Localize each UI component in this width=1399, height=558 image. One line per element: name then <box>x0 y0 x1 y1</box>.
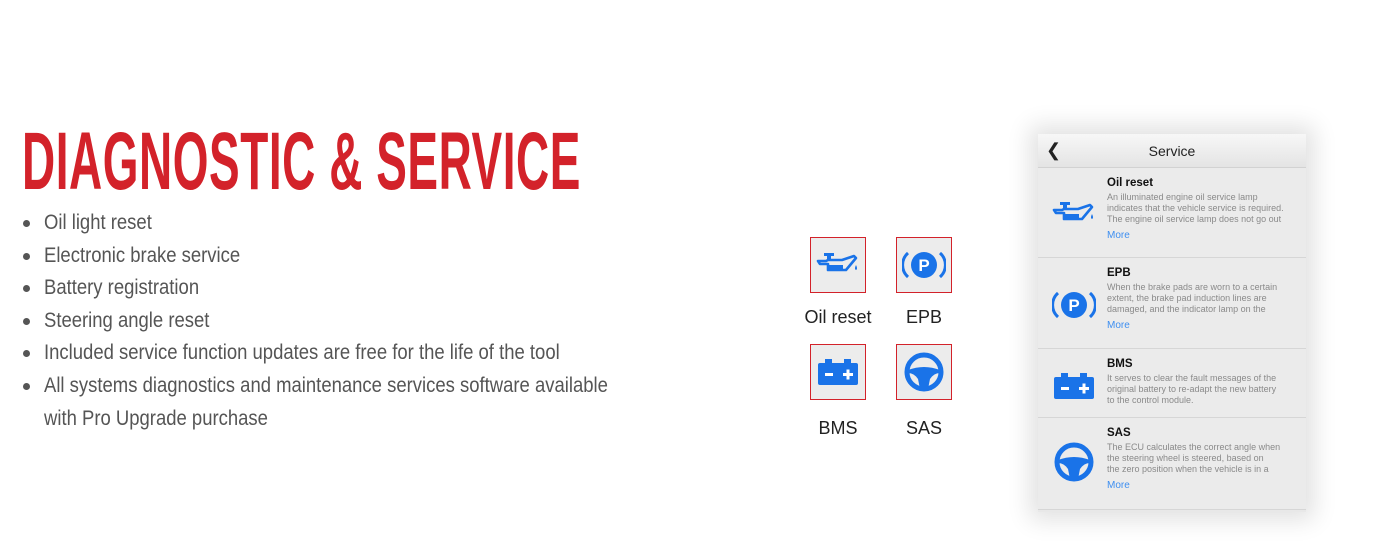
service-name: EPB <box>1107 267 1131 279</box>
service-description: When the brake pads are worn to a certai… <box>1107 282 1278 314</box>
oil-can-icon <box>816 253 858 272</box>
tile-epb[interactable]: P <box>896 237 952 293</box>
svg-text:P: P <box>1068 296 1079 315</box>
bullet-icon <box>23 350 30 358</box>
feature-item: Oil light reset <box>22 207 682 240</box>
svg-text:P: P <box>918 256 929 275</box>
screen-title: Service <box>1148 143 1196 159</box>
tile-label: BMS <box>818 418 858 438</box>
service-name: SAS <box>1107 427 1131 439</box>
tile-label: Oil reset <box>804 307 872 327</box>
service-item-epb[interactable]: P EPB When the brake pads are worn to a … <box>1038 258 1306 349</box>
battery-icon <box>818 359 858 385</box>
service-item-oil-reset[interactable]: Oil reset An illuminated engine oil serv… <box>1038 168 1306 258</box>
headline: DIAGNOSTIC & SERVICE <box>22 116 581 207</box>
bullet-icon <box>23 317 30 325</box>
tile-bms[interactable] <box>810 344 866 400</box>
bullet-icon <box>23 285 30 293</box>
service-description: It serves to clear the fault messages of… <box>1107 373 1277 405</box>
tile-sas[interactable] <box>896 344 952 400</box>
feature-item: All systems diagnostics and maintenance … <box>22 370 682 403</box>
steering-wheel-icon <box>1054 442 1094 482</box>
feature-item-continued: with Pro Upgrade purchase <box>44 406 268 430</box>
feature-item: Included service function updates are fr… <box>22 337 682 370</box>
parking-brake-icon: P <box>1052 291 1096 319</box>
feature-item: Electronic brake service <box>22 240 682 273</box>
service-name: Oil reset <box>1107 177 1154 189</box>
service-screen: ❮ Service Oil reset An illuminated engin… <box>1038 134 1306 512</box>
oil-can-icon <box>1052 202 1094 221</box>
tile-oil-reset[interactable] <box>810 237 866 293</box>
screen-header: ❮ Service <box>1038 134 1306 168</box>
feature-item: Battery registration <box>22 272 682 305</box>
parking-brake-icon: P <box>902 251 946 279</box>
tile-label: EPB <box>905 307 943 327</box>
bullet-icon <box>23 220 30 227</box>
bullet-icon <box>23 382 30 390</box>
steering-wheel-icon <box>904 352 944 392</box>
more-link[interactable]: More <box>1107 320 1130 331</box>
service-description: The ECU calculates the correct angle whe… <box>1107 442 1281 474</box>
service-description: An illuminated engine oil service lamp i… <box>1107 192 1284 224</box>
more-link[interactable]: More <box>1107 480 1130 491</box>
battery-icon <box>1054 373 1094 399</box>
more-link[interactable]: More <box>1107 230 1130 241</box>
feature-item: Steering angle reset <box>22 305 682 338</box>
tile-label: SAS <box>905 418 943 438</box>
bullet-icon <box>23 252 30 260</box>
feature-list: Oil light reset Electronic brake service… <box>22 207 682 435</box>
service-name: BMS <box>1107 358 1133 370</box>
service-item-bms[interactable]: BMS It serves to clear the fault message… <box>1038 349 1306 418</box>
service-item-sas[interactable]: SAS The ECU calculates the correct angle… <box>1038 418 1306 510</box>
